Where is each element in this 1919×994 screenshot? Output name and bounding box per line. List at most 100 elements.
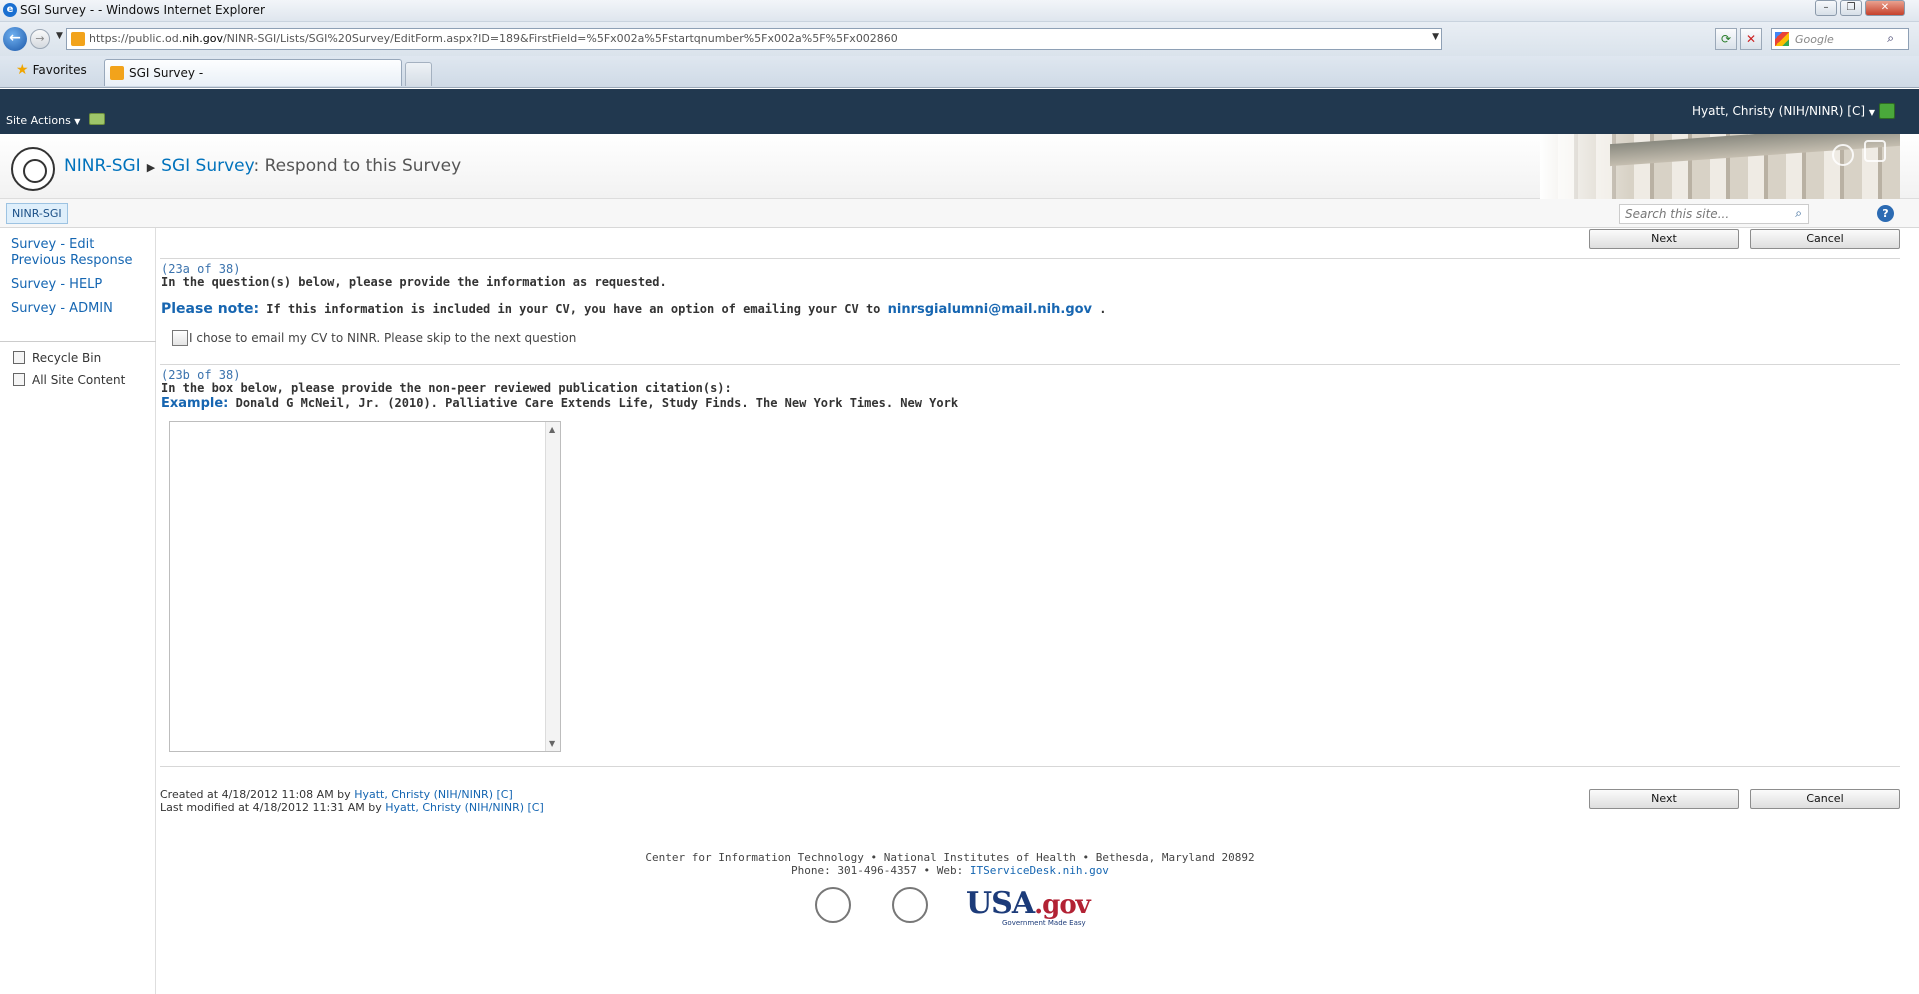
usa-gov-tagline: Government Made Easy xyxy=(1002,919,1086,927)
quick-launch: Survey - Edit Previous Response Survey -… xyxy=(0,228,156,994)
footer-address: Center for Information Technology • Nati… xyxy=(645,851,1255,864)
textarea-scrollbar[interactable]: ▲ ▼ xyxy=(545,422,560,751)
footer-contact: Phone: 301-496-4357 • Web: ITServiceDesk… xyxy=(0,864,1900,877)
tags-icon[interactable] xyxy=(1832,144,1854,166)
usa-gov-logo[interactable]: USA.gov Government Made Easy xyxy=(966,886,1096,930)
modified-prefix: Last modified at 4/18/2012 11:31 AM by xyxy=(160,801,386,814)
recycle-bin-link[interactable]: Recycle Bin xyxy=(13,351,101,365)
question-23b-text: In the box below, please provide the non… xyxy=(161,381,732,395)
email-link[interactable]: ninrsgialumni@mail.nih.gov xyxy=(888,302,1092,317)
url-dropdown-icon[interactable]: ▼ xyxy=(1432,32,1439,42)
usa-gov-main: USA xyxy=(966,886,1035,921)
footer-phone: Phone: 301-496-4357 • Web: xyxy=(791,864,970,877)
all-site-content-icon xyxy=(13,373,25,386)
browser-search-input[interactable]: Google ⌕ xyxy=(1771,28,1909,50)
modified-info: Last modified at 4/18/2012 11:31 AM by H… xyxy=(160,801,544,814)
question-23a-text: In the question(s) below, please provide… xyxy=(161,275,667,289)
section-divider xyxy=(160,364,1900,365)
citation-textarea[interactable]: ▲ ▼ xyxy=(169,421,561,752)
site-search-icon[interactable]: ⌕ xyxy=(1795,206,1802,221)
user-chevron-down-icon: ▼ xyxy=(1868,108,1875,117)
notes-icon[interactable] xyxy=(1864,140,1886,162)
help-icon[interactable]: ? xyxy=(1877,205,1894,222)
favorites-label: Favorites xyxy=(32,63,87,77)
tab-sgi-survey[interactable]: SGI Survey - xyxy=(104,59,402,86)
quick-launch-divider xyxy=(0,341,156,342)
site-search-input[interactable]: Search this site... ⌕ xyxy=(1619,204,1809,224)
please-note-line: Please note: If this information is incl… xyxy=(161,301,1106,317)
all-site-content-link[interactable]: All Site Content xyxy=(13,373,125,387)
stop-icon[interactable]: ✕ xyxy=(1740,28,1762,50)
breadcrumb-site-link[interactable]: NINR-SGI xyxy=(64,156,141,176)
forward-arrow-icon[interactable]: → xyxy=(30,29,50,49)
site-search-placeholder: Search this site... xyxy=(1625,207,1730,221)
url-text[interactable]: https://public.od.nih.gov/NINR-SGI/Lists… xyxy=(89,32,898,45)
breadcrumb: NINR-SGI ▶ SGI Survey: Respond to this Sur… xyxy=(64,156,461,176)
favorites-tab-bar: ★ Favorites SGI Survey - xyxy=(0,56,1919,88)
building-banner-image xyxy=(1540,134,1900,199)
modified-by-link[interactable]: Hyatt, Christy (NIH/NINR) [C] xyxy=(385,801,544,814)
usa-gov-suffix: .gov xyxy=(1034,890,1091,920)
quick-launch-help[interactable]: Survey - HELP xyxy=(11,277,102,293)
back-arrow-icon[interactable]: ← xyxy=(3,27,27,51)
cancel-button-bottom[interactable]: Cancel xyxy=(1750,789,1900,809)
next-button-top[interactable]: Next xyxy=(1589,229,1739,249)
recycle-bin-icon xyxy=(13,351,25,364)
history-dropdown-icon[interactable]: ▼ xyxy=(56,31,63,41)
created-info: Created at 4/18/2012 11:08 AM by Hyatt, … xyxy=(160,788,513,801)
created-by-link[interactable]: Hyatt, Christy (NIH/NINR) [C] xyxy=(354,788,513,801)
search-icon[interactable]: ⌕ xyxy=(1887,31,1894,46)
site-favicon-icon xyxy=(71,32,85,46)
recycle-bin-label: Recycle Bin xyxy=(32,351,102,365)
topnav-item-ninr-sgi[interactable]: NINR-SGI xyxy=(6,203,68,224)
refresh-icon[interactable]: ⟳ xyxy=(1715,28,1737,50)
question-23a-number: (23a of 38) xyxy=(161,262,241,276)
new-tab-button[interactable] xyxy=(405,62,432,86)
tab-favicon-icon xyxy=(110,66,124,80)
tab-label: SGI Survey - xyxy=(129,66,204,80)
ie-logo-icon: e xyxy=(3,3,17,17)
url-input[interactable]: https://public.od.nih.gov/NINR-SGI/Lists… xyxy=(66,28,1442,50)
question-23b-number: (23b of 38) xyxy=(161,368,241,382)
section-divider xyxy=(160,258,1900,259)
close-window-icon[interactable]: ✕ xyxy=(1865,0,1905,16)
quick-launch-admin[interactable]: Survey - ADMIN xyxy=(11,301,113,317)
favorites-button[interactable]: ★ Favorites xyxy=(16,62,87,78)
please-note-text: If this information is included in your … xyxy=(259,302,888,316)
user-menu[interactable]: Hyatt, Christy (NIH/NINR) [C] ▼ xyxy=(1692,104,1875,118)
hhs-logo[interactable] xyxy=(892,887,928,923)
please-note-end: . xyxy=(1092,302,1107,316)
nih-seal-logo[interactable] xyxy=(11,147,55,191)
nih-footer-seal-logo[interactable] xyxy=(815,887,851,923)
google-icon xyxy=(1775,32,1789,46)
all-site-content-label: All Site Content xyxy=(32,373,126,387)
minimize-icon[interactable]: – xyxy=(1815,0,1837,16)
top-nav-bar: NINR-SGI Search this site... ⌕ ? xyxy=(0,199,1919,228)
banner-icons xyxy=(1832,140,1892,180)
cancel-button-top[interactable]: Cancel xyxy=(1750,229,1900,249)
browser-search-placeholder: Google xyxy=(1795,33,1834,46)
scroll-down-icon[interactable]: ▼ xyxy=(549,739,555,748)
email-cv-checkbox[interactable] xyxy=(172,330,188,346)
quick-launch-edit-previous[interactable]: Survey - Edit Previous Response xyxy=(11,237,151,269)
servicedesk-link[interactable]: ITServiceDesk.nih.gov xyxy=(970,864,1109,877)
created-prefix: Created at 4/18/2012 11:08 AM by xyxy=(160,788,355,801)
restore-icon[interactable]: ❐ xyxy=(1840,0,1862,16)
window-title: SGI Survey - - Windows Internet Explorer xyxy=(20,3,265,17)
please-note-label: Please note: xyxy=(161,301,260,317)
site-actions-menu[interactable]: Site Actions ▼ xyxy=(6,114,80,127)
site-header: NINR-SGI ▶ SGI Survey: Respond to this Sur… xyxy=(0,134,1919,199)
scroll-up-icon[interactable]: ▲ xyxy=(549,425,555,434)
page-title: : Respond to this Survey xyxy=(253,156,462,176)
breadcrumb-list-link[interactable]: SGI Survey xyxy=(161,156,253,176)
excel-icon[interactable] xyxy=(1879,103,1895,119)
site-actions-label: Site Actions xyxy=(6,114,71,127)
user-name: Hyatt, Christy (NIH/NINR) [C] xyxy=(1692,104,1866,118)
email-cv-checkbox-label: I chose to email my CV to NINR. Please s… xyxy=(189,331,577,345)
next-button-bottom[interactable]: Next xyxy=(1589,789,1739,809)
navigate-up-icon[interactable] xyxy=(89,113,105,125)
example-label: Example: xyxy=(161,396,229,411)
star-icon: ★ xyxy=(16,62,29,78)
example-line: Example: Donald G McNeil, Jr. (2010). Pa… xyxy=(161,396,958,411)
address-bar: ← → ▼ https://public.od.nih.gov/NINR-SGI… xyxy=(0,22,1919,56)
